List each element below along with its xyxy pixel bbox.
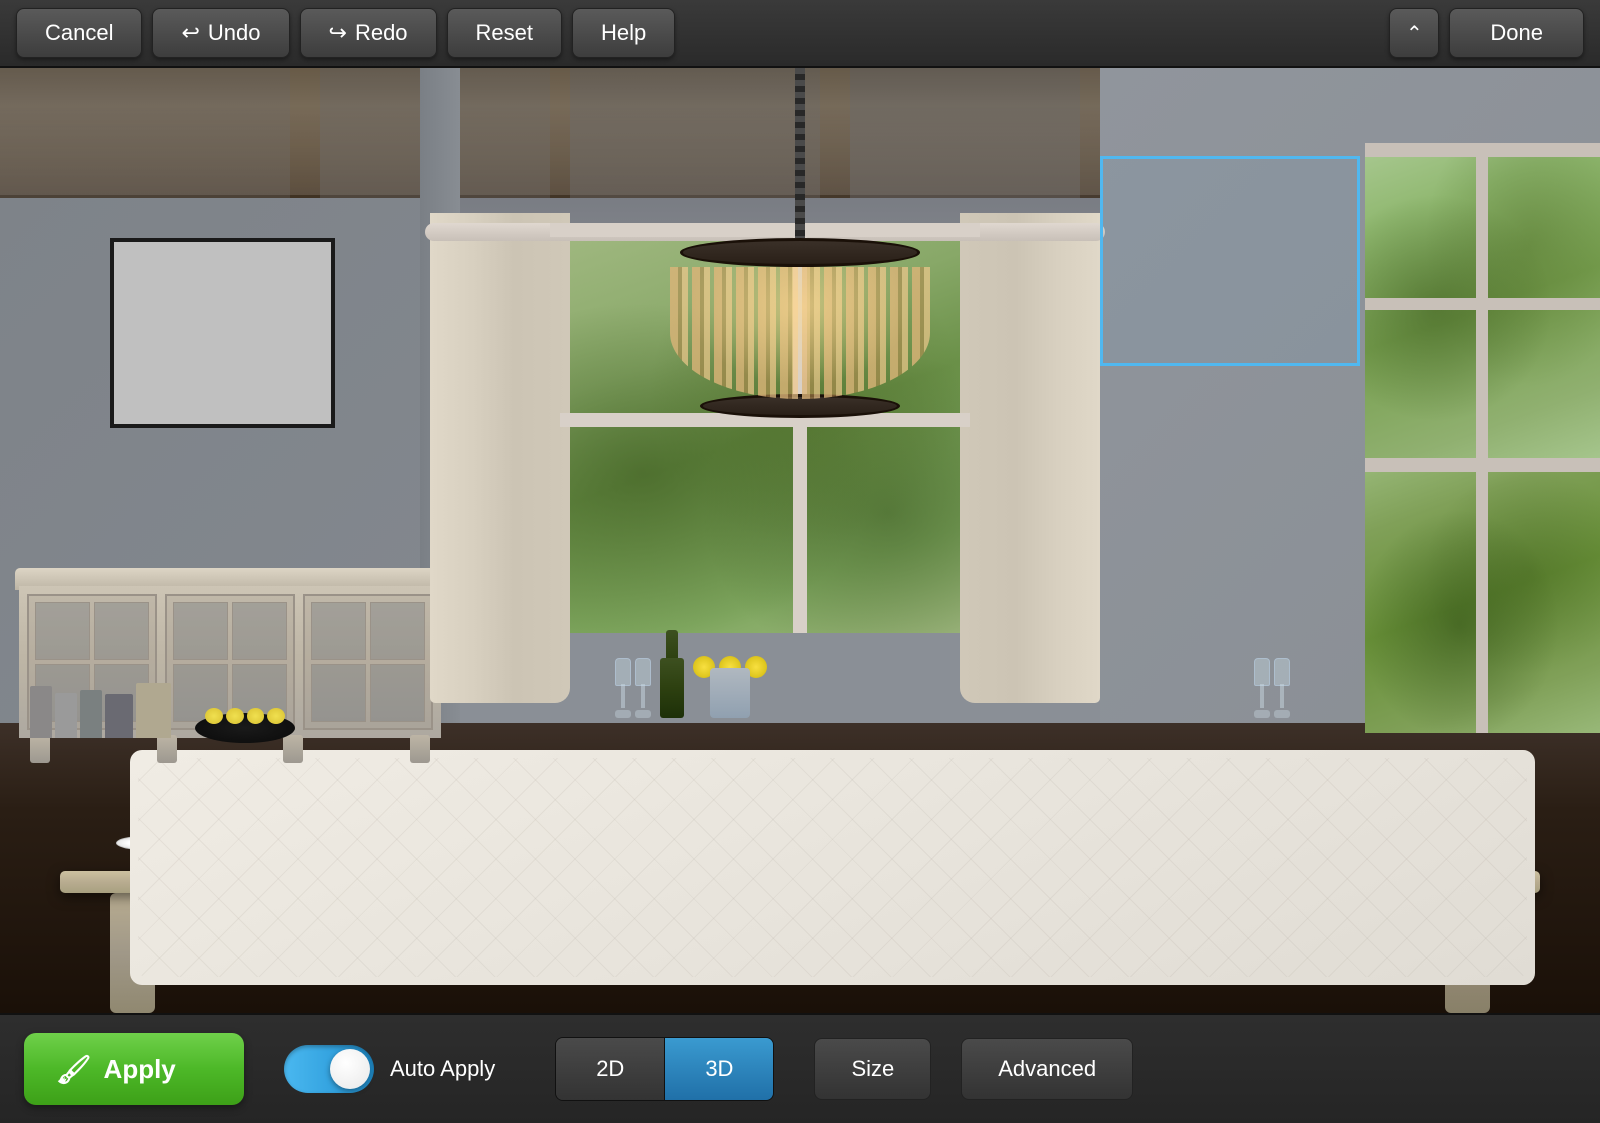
glass-bowl xyxy=(615,658,631,686)
glass-pane-6 xyxy=(232,602,287,660)
room-scene xyxy=(0,68,1600,1013)
right-window-bottom-divider-v xyxy=(1476,463,1488,733)
apply-button[interactable]: 🖌 Apply xyxy=(24,1033,244,1105)
bottom-toolbar: 🖌 Apply Auto Apply 2D 3D Size Advanced xyxy=(0,1013,1600,1123)
redo-label: Redo xyxy=(355,20,408,46)
glass-bowl xyxy=(635,658,651,686)
glass-base xyxy=(615,710,631,718)
view-2d-button[interactable]: 2D xyxy=(556,1038,665,1100)
book-3 xyxy=(80,690,102,738)
chandelier xyxy=(650,68,950,418)
collapse-button[interactable]: ⌃ xyxy=(1389,8,1439,58)
top-toolbar: Cancel ↩ Undo ↪ Redo Reset Help ⌃ Done xyxy=(0,0,1600,68)
book-4 xyxy=(105,694,133,738)
glass-stem xyxy=(621,684,625,708)
glass-pane-10 xyxy=(370,602,425,660)
apply-label: Apply xyxy=(104,1054,176,1085)
right-window-top-divider-v xyxy=(1476,148,1488,468)
wine-glass-3 xyxy=(1274,658,1290,718)
glass-pane-5 xyxy=(173,602,228,660)
sideboard-leg-1 xyxy=(30,735,50,763)
sideboard-leg-3 xyxy=(283,735,303,763)
chandelier-chain xyxy=(795,68,805,238)
chandelier-crystals xyxy=(670,267,930,399)
redo-icon: ↪ xyxy=(329,20,347,46)
undo-icon: ↩ xyxy=(181,20,199,46)
done-button[interactable]: Done xyxy=(1449,8,1584,58)
fruits-display xyxy=(205,703,285,728)
wine-glass-1 xyxy=(615,658,631,718)
cancel-button[interactable]: Cancel xyxy=(16,8,142,58)
book-5 xyxy=(136,683,171,738)
size-button[interactable]: Size xyxy=(814,1038,931,1100)
auto-apply-group: Auto Apply xyxy=(284,1045,495,1093)
right-curtain xyxy=(960,213,1100,703)
glass-base xyxy=(1254,710,1270,718)
chandelier-body xyxy=(660,238,940,418)
scene-viewport[interactable] xyxy=(0,68,1600,1013)
view-3d-button[interactable]: 3D xyxy=(665,1038,773,1100)
glass-base xyxy=(635,710,651,718)
advanced-button[interactable]: Advanced xyxy=(961,1038,1133,1100)
wine-bottle xyxy=(660,630,684,718)
wine-bottle-neck xyxy=(666,630,678,660)
redo-button[interactable]: ↪ Redo xyxy=(300,8,437,58)
auto-apply-label: Auto Apply xyxy=(390,1056,495,1082)
glass-base xyxy=(1274,710,1290,718)
left-curtain xyxy=(430,213,570,703)
paint-brush-icon: 🖌 xyxy=(56,1053,92,1086)
sideboard-leg-2 xyxy=(157,735,177,763)
help-button[interactable]: Help xyxy=(572,8,675,58)
fruit-4 xyxy=(267,708,285,724)
sideboard-leg-4 xyxy=(410,735,430,763)
undo-label: Undo xyxy=(208,20,261,46)
picture-frame xyxy=(110,238,335,428)
reset-button[interactable]: Reset xyxy=(447,8,562,58)
glass-bowl xyxy=(1254,658,1270,686)
glass-stem xyxy=(641,684,645,708)
view-mode-group: 2D 3D xyxy=(555,1037,774,1101)
toggle-thumb xyxy=(330,1049,370,1089)
glass-pane-2 xyxy=(94,602,149,660)
chandelier-top-ring xyxy=(680,238,920,267)
undo-button[interactable]: ↩ Undo xyxy=(152,8,289,58)
ceiling-beam-1 xyxy=(0,68,320,198)
book-2 xyxy=(55,693,77,738)
wine-bottle-body xyxy=(660,658,684,718)
wine-glass-2 xyxy=(635,658,651,718)
glass-pane-1 xyxy=(35,602,90,660)
wine-glass-4 xyxy=(1254,658,1270,718)
fruit-3 xyxy=(247,708,265,724)
glass-stem xyxy=(1260,684,1264,708)
glass-bowl xyxy=(1274,658,1290,686)
selection-rectangle xyxy=(1100,156,1360,366)
flower-vase xyxy=(710,668,750,718)
glass-pane-9 xyxy=(311,602,366,660)
rug xyxy=(130,750,1535,985)
fruit-1 xyxy=(205,708,223,724)
chevron-up-icon: ⌃ xyxy=(1406,21,1423,46)
flower-vase-group xyxy=(690,638,770,718)
book-1 xyxy=(30,686,52,738)
glass-stem xyxy=(1280,684,1284,708)
auto-apply-toggle[interactable] xyxy=(284,1045,374,1093)
fruit-2 xyxy=(226,708,244,724)
